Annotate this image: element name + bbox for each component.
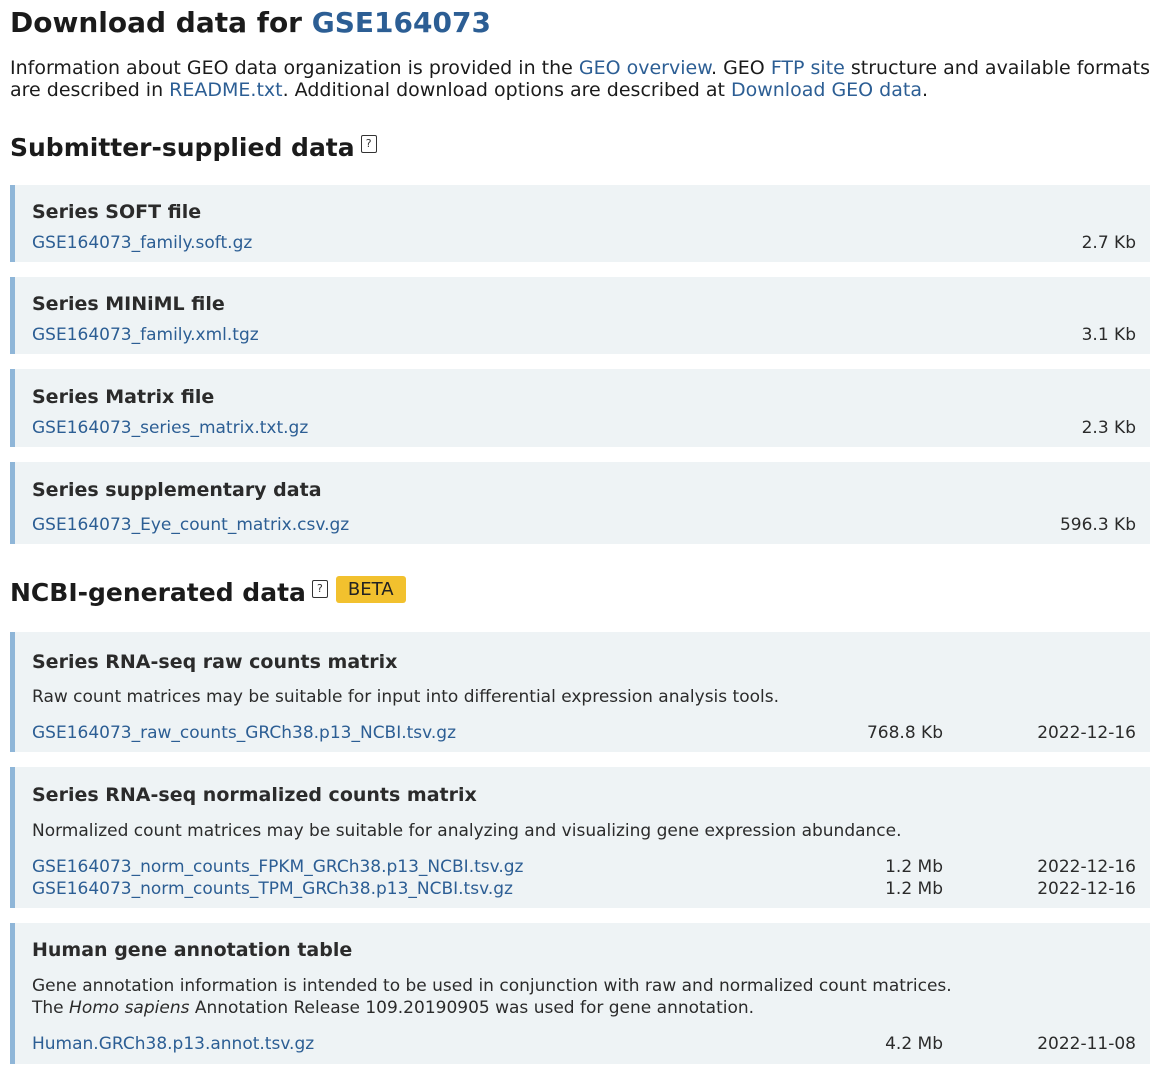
file-row: GSE164073_family.soft.gz 2.7 Kb bbox=[32, 232, 1136, 254]
series-supplementary-data-box: Series supplementary data GSE164073_Eye_… bbox=[10, 462, 1150, 544]
box-title: Series MINiML file bbox=[32, 293, 225, 315]
help-icon[interactable]: ? bbox=[311, 580, 328, 598]
help-icon[interactable]: ? bbox=[360, 135, 377, 153]
intro-text-2: . GEO bbox=[711, 57, 765, 79]
file-size: 3.1 Kb bbox=[1081, 325, 1136, 345]
file-row: GSE164073_series_matrix.txt.gz 2.3 Kb bbox=[32, 417, 1136, 439]
ftp-site-link[interactable]: FTP site bbox=[771, 57, 845, 79]
desc-text: The bbox=[32, 998, 64, 1018]
file-date: 2022-12-16 bbox=[1037, 723, 1136, 743]
file-size: 768.8 Kb bbox=[866, 723, 943, 743]
file-download-link[interactable]: Human.GRCh38.p13.annot.tsv.gz bbox=[32, 1033, 314, 1055]
desc-text: Annotation Release 109.20190905 was used… bbox=[194, 998, 755, 1018]
intro-text-4: . Additional download options are descri… bbox=[282, 79, 725, 101]
box-title: Series RNA-seq raw counts matrix bbox=[32, 651, 398, 673]
page-title: Download data for GSE164073 bbox=[10, 3, 491, 43]
file-size: 4.2 Mb bbox=[885, 1034, 943, 1054]
beta-badge: BETA bbox=[335, 576, 406, 603]
file-row: GSE164073_raw_counts_GRCh38.p13_NCBI.tsv… bbox=[32, 722, 1136, 744]
series-soft-file-box: Series SOFT file GSE164073_family.soft.g… bbox=[10, 185, 1150, 262]
file-date: 2022-12-16 bbox=[1037, 879, 1136, 899]
ncbi-section-label: NCBI-generated data bbox=[10, 578, 306, 607]
box-title: Series Matrix file bbox=[32, 386, 215, 408]
series-matrix-file-box: Series Matrix file GSE164073_series_matr… bbox=[10, 369, 1150, 447]
file-date: 2022-12-16 bbox=[1037, 857, 1136, 877]
file-row: GSE164073_Eye_count_matrix.csv.gz 596.3 … bbox=[32, 514, 1136, 536]
file-row: GSE164073_norm_counts_FPKM_GRCh38.p13_NC… bbox=[32, 856, 1136, 878]
ncbi-section-title: NCBI-generated data ? BETA bbox=[10, 576, 406, 609]
raw-counts-matrix-box: Series RNA-seq raw counts matrix Raw cou… bbox=[10, 632, 1150, 752]
file-row: GSE164073_norm_counts_TPM_GRCh38.p13_NCB… bbox=[32, 878, 1136, 900]
box-description: Gene annotation information is intended … bbox=[32, 976, 952, 996]
box-description: Normalized count matrices may be suitabl… bbox=[32, 821, 902, 841]
box-title: Human gene annotation table bbox=[32, 939, 353, 961]
submitter-section-title: Submitter-supplied data ? bbox=[10, 132, 377, 164]
box-description-annotation: The Homo sapiens Annotation Release 109.… bbox=[32, 997, 754, 1019]
file-download-link[interactable]: GSE164073_family.soft.gz bbox=[32, 232, 252, 254]
box-description: Raw count matrices may be suitable for i… bbox=[32, 687, 779, 707]
box-title: Series SOFT file bbox=[32, 201, 202, 223]
file-download-link[interactable]: GSE164073_norm_counts_TPM_GRCh38.p13_NCB… bbox=[32, 878, 513, 900]
file-download-link[interactable]: GSE164073_norm_counts_FPKM_GRCh38.p13_NC… bbox=[32, 856, 523, 878]
file-download-link[interactable]: GSE164073_series_matrix.txt.gz bbox=[32, 417, 308, 439]
file-row: Human.GRCh38.p13.annot.tsv.gz 4.2 Mb 202… bbox=[32, 1033, 1136, 1055]
file-size: 2.3 Kb bbox=[1081, 418, 1136, 438]
file-date: 2022-11-08 bbox=[1037, 1034, 1136, 1054]
intro-text-1: Information about GEO data organization … bbox=[10, 57, 573, 79]
page-title-prefix: Download data for bbox=[10, 6, 302, 39]
file-size: 2.7 Kb bbox=[1081, 233, 1136, 253]
file-download-link[interactable]: GSE164073_raw_counts_GRCh38.p13_NCBI.tsv… bbox=[32, 722, 456, 744]
box-title: Series supplementary data bbox=[32, 479, 322, 501]
species-name: Homo sapiens bbox=[69, 998, 190, 1018]
file-download-link[interactable]: GSE164073_Eye_count_matrix.csv.gz bbox=[32, 514, 349, 536]
intro-paragraph: Information about GEO data organization … bbox=[10, 57, 1150, 101]
box-title: Series RNA-seq normalized counts matrix bbox=[32, 784, 477, 806]
human-gene-annotation-box: Human gene annotation table Gene annotat… bbox=[10, 923, 1150, 1064]
file-size: 1.2 Mb bbox=[885, 857, 943, 877]
file-size: 596.3 Kb bbox=[1059, 515, 1136, 535]
intro-text-5: . bbox=[921, 79, 929, 101]
series-miniml-file-box: Series MINiML file GSE164073_family.xml.… bbox=[10, 277, 1150, 354]
normalized-counts-matrix-box: Series RNA-seq normalized counts matrix … bbox=[10, 767, 1150, 908]
file-row: GSE164073_family.xml.tgz 3.1 Kb bbox=[32, 324, 1136, 346]
submitter-section-label: Submitter-supplied data bbox=[10, 133, 355, 162]
file-size: 1.2 Mb bbox=[885, 879, 943, 899]
download-geo-data-link[interactable]: Download GEO data bbox=[731, 79, 922, 101]
readme-link[interactable]: README.txt bbox=[169, 79, 282, 101]
geo-overview-link[interactable]: GEO overview bbox=[579, 57, 711, 79]
accession-link[interactable]: GSE164073 bbox=[312, 6, 491, 39]
file-download-link[interactable]: GSE164073_family.xml.tgz bbox=[32, 324, 259, 346]
